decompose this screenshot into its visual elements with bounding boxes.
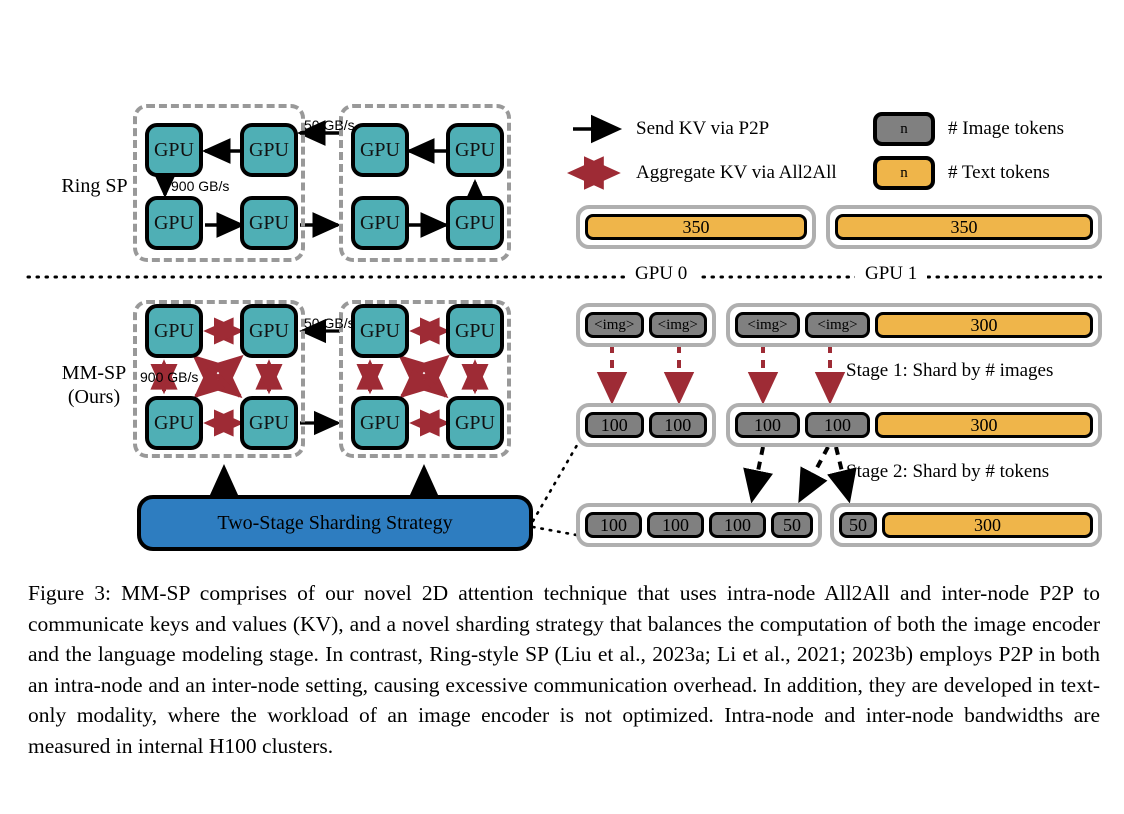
legend-chip-image-value: n xyxy=(900,120,908,137)
gpu-label: GPU xyxy=(359,411,400,434)
gpu-label: GPU xyxy=(248,411,289,434)
token-text: 350 xyxy=(585,214,807,240)
token-image: 100 xyxy=(648,412,707,438)
legend-label-aggregate-kv: Aggregate KV via All2All xyxy=(636,162,837,183)
gpu-label: GPU xyxy=(454,411,495,434)
token-image: 100 xyxy=(735,412,800,438)
gpu-mmsp-n1-1[interactable]: GPU xyxy=(240,304,298,358)
gpu-ring-n1-3[interactable]: GPU xyxy=(240,196,298,250)
token-shell-stage2-gpu0: 100 100 100 50 xyxy=(576,503,822,547)
token-image: 100 xyxy=(647,512,704,538)
gpu-label: GPU xyxy=(153,211,194,234)
legend-label-image-tokens: # Image tokens xyxy=(948,118,1065,139)
gpu-label: GPU xyxy=(248,319,289,342)
token-text: 300 xyxy=(875,412,1093,438)
token-shell-stage2-gpu1: 50 300 xyxy=(830,503,1102,547)
gpu-caption-1: GPU 1 xyxy=(855,263,928,285)
gpu-caption-0: GPU 0 xyxy=(625,263,698,285)
two-stage-sharding-strategy-box[interactable]: Two-Stage Sharding Strategy xyxy=(137,495,533,551)
gpu-mmsp-n1-3[interactable]: GPU xyxy=(240,396,298,450)
gpu-mmsp-n1-2[interactable]: GPU xyxy=(145,396,203,450)
token-shell-ring-gpu0: 350 xyxy=(576,205,816,249)
bandwidth-label-inter-mmsp: 50 GB/s xyxy=(304,315,355,331)
token-shell-stage1-gpu0: <img> <img> xyxy=(576,303,716,347)
gpu-mmsp-n1-0[interactable]: GPU xyxy=(145,304,203,358)
gpu-label: GPU xyxy=(454,319,495,342)
legend-label-send-kv: Send KV via P2P xyxy=(636,118,770,139)
gpu-mmsp-n2-3[interactable]: GPU xyxy=(446,396,504,450)
legend-chip-text-tokens: n xyxy=(873,156,935,190)
gpu-label: GPU xyxy=(454,211,495,234)
gpu-ring-n1-2[interactable]: GPU xyxy=(145,196,203,250)
stage1-caption: Stage 1: Shard by # images xyxy=(846,360,1054,381)
gpu-mmsp-n2-0[interactable]: GPU xyxy=(351,304,409,358)
two-stage-sharding-strategy-label: Two-Stage Sharding Strategy xyxy=(217,511,453,534)
gpu-label: GPU xyxy=(359,319,400,342)
gpu-label: GPU xyxy=(153,319,194,342)
gpu-mmsp-n2-2[interactable]: GPU xyxy=(351,396,409,450)
stage2-caption: Stage 2: Shard by # tokens xyxy=(846,461,1050,482)
figure-caption: Figure 3: MM-SP comprises of our novel 2… xyxy=(28,581,1100,758)
token-image: <img> xyxy=(805,312,870,338)
token-text: 300 xyxy=(882,512,1093,538)
gpu-label: GPU xyxy=(248,211,289,234)
token-image: 50 xyxy=(839,512,877,538)
gpu-label: GPU xyxy=(153,411,194,434)
token-text: 300 xyxy=(875,312,1093,338)
legend-chip-text-value: n xyxy=(900,164,908,181)
legend-chip-image-tokens: n xyxy=(873,112,935,146)
gpu-ring-n2-2[interactable]: GPU xyxy=(351,196,409,250)
token-text: 350 xyxy=(835,214,1093,240)
token-shell-stage1result-gpu0: 100 100 xyxy=(576,403,716,447)
token-image: <img> xyxy=(585,312,644,338)
token-image: 100 xyxy=(805,412,870,438)
token-image: <img> xyxy=(648,312,707,338)
token-image: 100 xyxy=(709,512,766,538)
legend-label-text-tokens: # Text tokens xyxy=(948,162,1050,183)
gpu-mmsp-n2-1[interactable]: GPU xyxy=(446,304,504,358)
token-image: 100 xyxy=(585,512,642,538)
token-image: <img> xyxy=(735,312,800,338)
bandwidth-label-intra-mmsp: 900 GB/s xyxy=(140,369,199,385)
token-image: 100 xyxy=(585,412,644,438)
gpu-ring-n2-3[interactable]: GPU xyxy=(446,196,504,250)
token-shell-stage1-gpu1: <img> <img> 300 xyxy=(726,303,1102,347)
token-image: 50 xyxy=(771,512,813,538)
token-shell-stage1result-gpu1: 100 100 300 xyxy=(726,403,1102,447)
gpu-label: GPU xyxy=(359,211,400,234)
token-shell-ring-gpu1: 350 xyxy=(826,205,1102,249)
